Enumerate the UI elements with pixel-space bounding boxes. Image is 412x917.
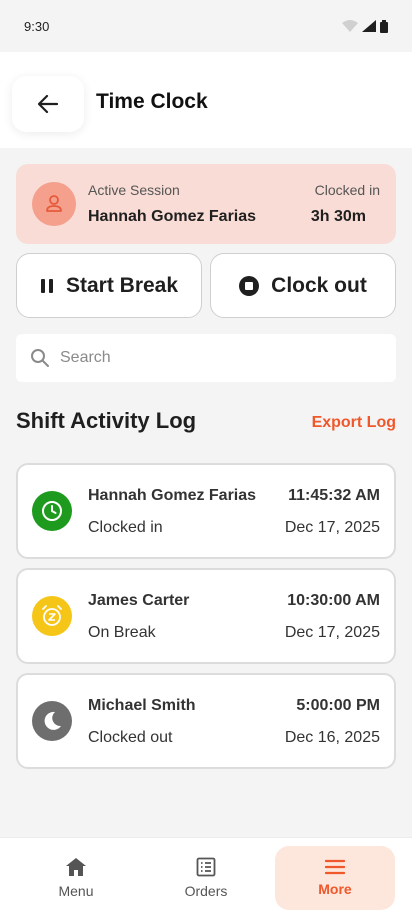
back-button[interactable] bbox=[12, 76, 84, 132]
nav-item-orders[interactable]: Orders bbox=[146, 846, 266, 910]
session-label: Active Session bbox=[88, 182, 180, 198]
log-entry-time: 5:00:00 PM bbox=[296, 697, 380, 714]
hamburger-icon bbox=[325, 859, 345, 875]
log-entry-name: Michael Smith bbox=[88, 697, 196, 714]
nav-item-more[interactable]: More bbox=[275, 846, 395, 910]
status-bar: 9:30 bbox=[0, 0, 412, 52]
user-icon bbox=[46, 195, 62, 212]
log-entry[interactable]: James Carter On Break 10:30:00 AM Dec 17… bbox=[16, 568, 396, 664]
alarm-snooze-icon bbox=[32, 596, 72, 636]
page-title: Time Clock bbox=[96, 90, 208, 113]
search-box[interactable] bbox=[16, 334, 396, 382]
log-entry-date: Dec 17, 2025 bbox=[284, 519, 380, 536]
moon-icon bbox=[32, 701, 72, 741]
clocked-in-label: Clocked in bbox=[314, 182, 380, 198]
log-entry[interactable]: Hannah Gomez Farias Clocked in 11:45:32 … bbox=[16, 463, 396, 559]
search-icon bbox=[31, 349, 49, 367]
signal-icon bbox=[362, 20, 376, 32]
log-entry-name: Hannah Gomez Farias bbox=[88, 487, 257, 504]
nav-item-menu[interactable]: Menu bbox=[16, 846, 136, 910]
log-entry-name: James Carter bbox=[88, 592, 190, 609]
log-entry-status: Clocked out bbox=[88, 729, 173, 746]
clock-icon bbox=[32, 491, 72, 531]
search-input[interactable] bbox=[60, 349, 360, 367]
status-icons bbox=[342, 19, 388, 33]
start-break-button[interactable]: Start Break bbox=[16, 253, 202, 318]
section-title: Shift Activity Log bbox=[16, 408, 197, 433]
start-break-label: Start Break bbox=[65, 273, 179, 297]
stop-icon bbox=[239, 275, 260, 296]
log-entry-time: 10:30:00 AM bbox=[287, 592, 380, 609]
nav-item-label: Orders bbox=[184, 883, 228, 899]
log-entry-date: Dec 16, 2025 bbox=[284, 729, 380, 746]
log-entry-status: Clocked in bbox=[88, 519, 163, 536]
session-user-name: Hannah Gomez Farias bbox=[88, 208, 257, 225]
clock-out-label: Clock out bbox=[271, 273, 367, 297]
header: Time Clock bbox=[0, 52, 412, 148]
pause-icon bbox=[40, 278, 53, 293]
export-log-link[interactable]: Export Log bbox=[312, 414, 396, 432]
active-session-card: Active Session Hannah Gomez Farias Clock… bbox=[16, 164, 396, 244]
log-entry-status: On Break bbox=[88, 624, 156, 641]
wifi-icon bbox=[342, 20, 358, 32]
clocked-in-duration: 3h 30m bbox=[310, 208, 366, 225]
status-time: 9:30 bbox=[24, 18, 50, 34]
receipt-icon bbox=[196, 857, 216, 877]
user-avatar bbox=[32, 182, 76, 226]
clock-out-button[interactable]: Clock out bbox=[210, 253, 396, 318]
nav-item-label: More bbox=[318, 881, 352, 897]
battery-icon bbox=[380, 19, 388, 33]
arrow-left-icon bbox=[38, 95, 58, 113]
bottom-nav: Menu Orders More bbox=[0, 837, 412, 917]
nav-item-label: Menu bbox=[58, 883, 94, 899]
log-entry-time: 11:45:32 AM bbox=[288, 487, 380, 504]
home-icon bbox=[66, 858, 86, 876]
log-entry[interactable]: Michael Smith Clocked out 5:00:00 PM Dec… bbox=[16, 673, 396, 769]
log-entry-date: Dec 17, 2025 bbox=[284, 624, 380, 641]
